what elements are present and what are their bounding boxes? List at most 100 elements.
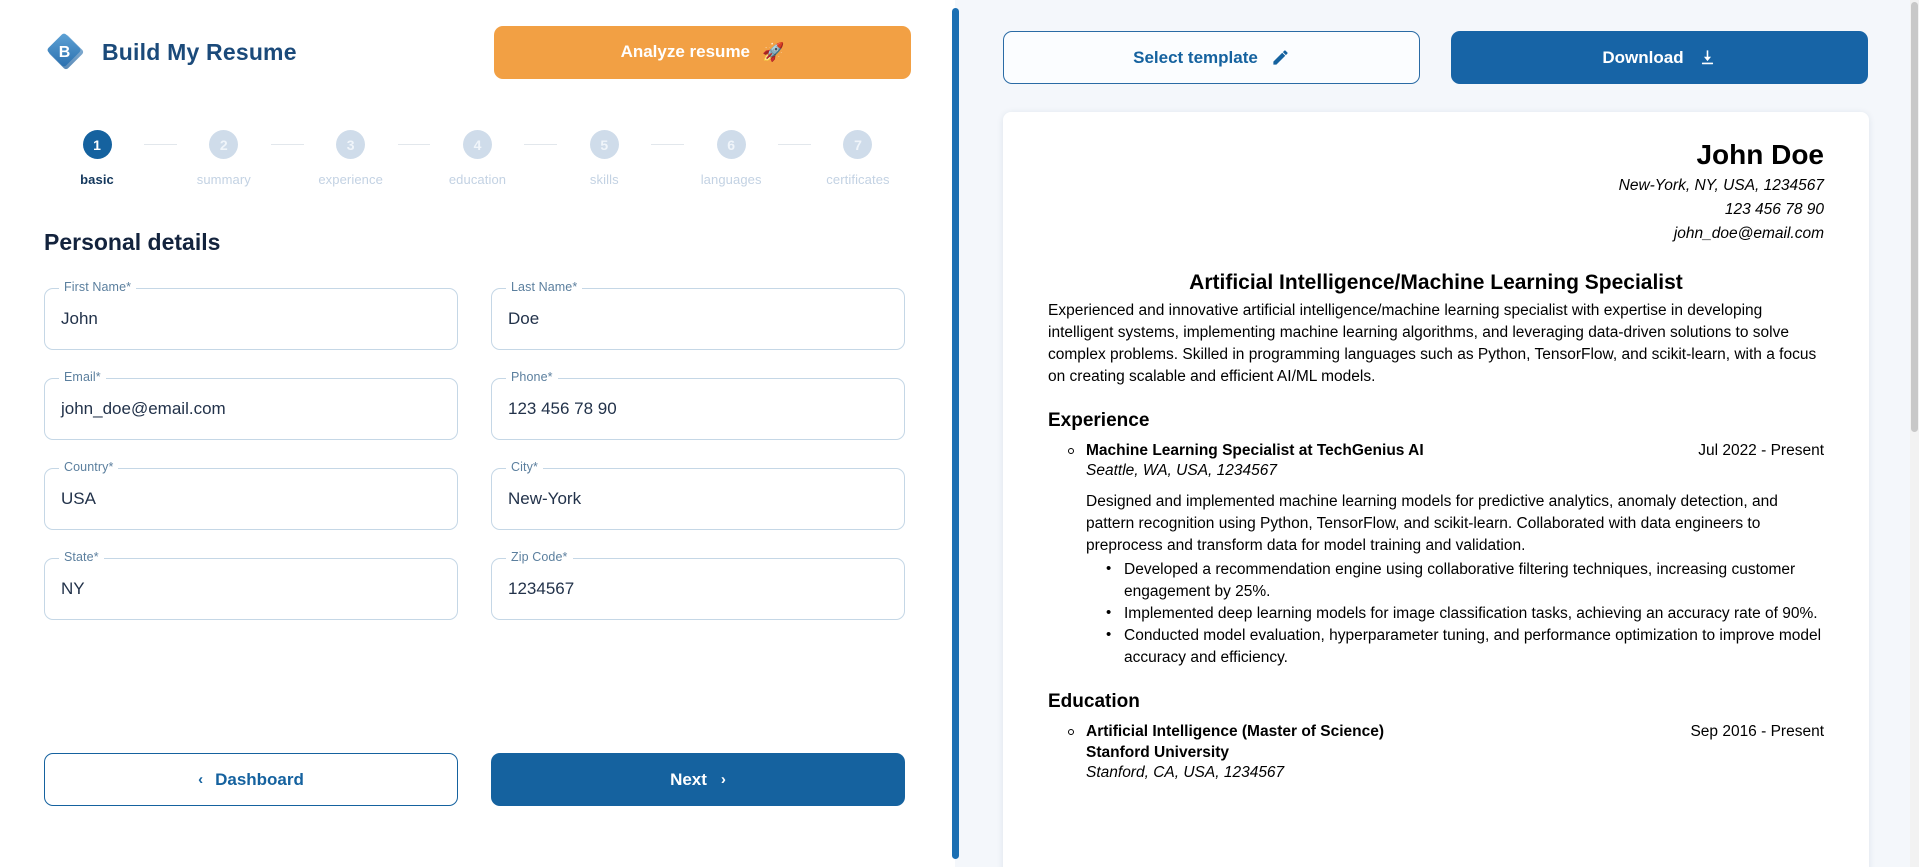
field-value-country[interactable]: USA: [61, 468, 96, 530]
field-value-phone[interactable]: 123 456 78 90: [508, 378, 617, 440]
field-phone[interactable]: Phone* 123 456 78 90: [491, 370, 905, 440]
field-label-state: State*: [59, 550, 104, 564]
stepper-label: certificates: [826, 172, 890, 187]
resume-experience-bullet: Implemented deep learning models for ima…: [1106, 602, 1824, 625]
stepper-connector: [651, 144, 685, 145]
brand-name: Build My Resume: [102, 38, 297, 65]
field-value-zip-code[interactable]: 1234567: [508, 558, 574, 620]
stepper-label: languages: [700, 172, 762, 187]
stepper-number: 6: [716, 130, 746, 159]
field-label-zip-code: Zip Code*: [506, 550, 573, 564]
select-template-button[interactable]: Select template: [1003, 31, 1420, 84]
resume-education-date: Sep 2016 - Present: [1690, 723, 1824, 741]
stepper-connector: [524, 144, 558, 145]
field-value-last-name[interactable]: Doe: [508, 288, 539, 350]
field-country[interactable]: Country* USA: [44, 460, 458, 530]
analyze-resume-button[interactable]: Analyze resume 🚀: [494, 25, 911, 79]
field-outline: [491, 288, 905, 350]
page-title: Personal details: [44, 229, 221, 255]
field-value-city[interactable]: New-York: [508, 468, 581, 530]
field-value-state[interactable]: NY: [61, 558, 85, 620]
brand[interactable]: B Build My Resume: [44, 30, 494, 74]
resume-address: New-York, NY, USA, 1234567: [1618, 176, 1824, 194]
resume-experience-entry: Machine Learning Specialist at TechGeniu…: [1048, 441, 1824, 669]
stepper-item-education[interactable]: 4 education: [430, 130, 524, 187]
field-outline: [44, 468, 458, 530]
app-root: B Build My Resume Analyze resume 🚀 1 basi…: [0, 0, 1919, 867]
field-last-name[interactable]: Last Name* Doe: [491, 280, 905, 350]
resume-preview: John Doe New-York, NY, USA, 1234567 123 …: [1003, 112, 1869, 867]
stepper-number: 3: [336, 130, 366, 159]
resume-phone: 123 456 78 90: [1724, 200, 1824, 218]
resume-experience-bullet: Developed a recommendation engine using …: [1106, 558, 1824, 603]
stepper-connector: [397, 144, 431, 145]
editor-panel: B Build My Resume Analyze resume 🚀 1 basi…: [0, 0, 955, 867]
rocket-icon: 🚀: [762, 41, 785, 62]
field-zip-code[interactable]: Zip Code* 1234567: [491, 550, 905, 620]
ring-bullet-icon: [1068, 729, 1074, 736]
field-label-phone: Phone*: [506, 370, 558, 384]
stepper-item-basic[interactable]: 1 basic: [50, 130, 144, 187]
resume-education-school: Stanford University: [1086, 743, 1229, 761]
field-label-city: City*: [506, 460, 543, 474]
stepper-number: 5: [589, 130, 619, 159]
select-template-label: Select template: [1133, 47, 1258, 67]
field-outline: [44, 558, 458, 620]
pen-icon: [1271, 48, 1290, 67]
field-label-first-name: First Name*: [59, 280, 137, 294]
field-city[interactable]: City* New-York: [491, 460, 905, 530]
field-state[interactable]: State* NY: [44, 550, 458, 620]
field-value-email[interactable]: john_doe@email.com: [61, 378, 226, 440]
field-label-last-name: Last Name*: [506, 280, 583, 294]
resume-experience-date: Jul 2022 - Present: [1698, 442, 1824, 460]
stepper-item-languages[interactable]: 6 languages: [684, 130, 778, 187]
resume-experience-description: Designed and implemented machine learnin…: [1086, 493, 1778, 555]
resume-email: john_doe@email.com: [1673, 225, 1824, 243]
svg-text:B: B: [59, 44, 71, 61]
next-button[interactable]: Next ›: [491, 753, 905, 806]
stepper-item-experience[interactable]: 3 experience: [304, 130, 398, 187]
resume-education-list: Artificial Intelligence (Master of Scien…: [1048, 722, 1824, 783]
download-icon: [1698, 48, 1717, 67]
stepper-number: 2: [209, 130, 239, 159]
stepper-connector: [270, 144, 304, 145]
resume-experience-heading: Experience: [1048, 410, 1150, 432]
field-label-email: Email*: [59, 370, 106, 384]
dashboard-label: Dashboard: [215, 769, 304, 789]
form-navigation: ‹ Dashboard Next ›: [44, 753, 911, 806]
stepper-item-certificates[interactable]: 7 certificates: [811, 130, 905, 187]
download-label: Download: [1602, 47, 1684, 67]
resume-education-location: Stanford, CA, USA, 1234567: [1086, 763, 1285, 781]
resume-job-title: Artificial Intelligence/Machine Learning…: [1189, 270, 1683, 294]
scrollbar-thumb[interactable]: [1911, 2, 1918, 432]
field-first-name[interactable]: First Name* John: [44, 280, 458, 350]
resume-education-title: Artificial Intelligence (Master of Scien…: [1086, 723, 1385, 741]
chevron-left-icon: ‹: [198, 771, 204, 788]
resume-experience-location: Seattle, WA, USA, 1234567: [1086, 462, 1277, 480]
stepper-item-summary[interactable]: 2 summary: [177, 130, 271, 187]
stepper-number: 7: [843, 130, 873, 159]
stepper-connector: [144, 144, 177, 145]
download-button[interactable]: Download: [1451, 31, 1868, 84]
resume-name: John Doe: [1696, 139, 1824, 170]
preview-header: Select template Download: [1003, 0, 1871, 84]
stepper-label: skills: [589, 172, 619, 187]
resume-education-heading: Education: [1048, 691, 1140, 713]
field-value-first-name[interactable]: John: [61, 288, 98, 350]
ring-bullet-icon: [1068, 448, 1074, 455]
stepper-label: experience: [318, 172, 383, 187]
page-scrollbar[interactable]: [1910, 0, 1919, 867]
stepper-item-skills[interactable]: 5 skills: [557, 130, 651, 187]
dashboard-button[interactable]: ‹ Dashboard: [44, 753, 458, 806]
resume-experience-bullets: Developed a recommendation engine using …: [1086, 558, 1824, 669]
resume-education-entry: Artificial Intelligence (Master of Scien…: [1048, 722, 1824, 783]
resume-experience-bullet: Conducted model evaluation, hyperparamet…: [1106, 624, 1824, 669]
stepper-label: summary: [196, 172, 251, 187]
field-outline: [44, 288, 458, 350]
editor-header: B Build My Resume Analyze resume 🚀: [44, 0, 911, 104]
stepper-label: education: [448, 172, 507, 187]
diamond-b-logo-icon: B: [44, 30, 88, 74]
preview-panel: Select template Download John Doe New-Yo…: [955, 0, 1919, 867]
field-email[interactable]: Email* john_doe@email.com: [44, 370, 458, 440]
stepper: 1 basic 2 summary 3 experience 4 education 5 skil…: [44, 130, 911, 187]
